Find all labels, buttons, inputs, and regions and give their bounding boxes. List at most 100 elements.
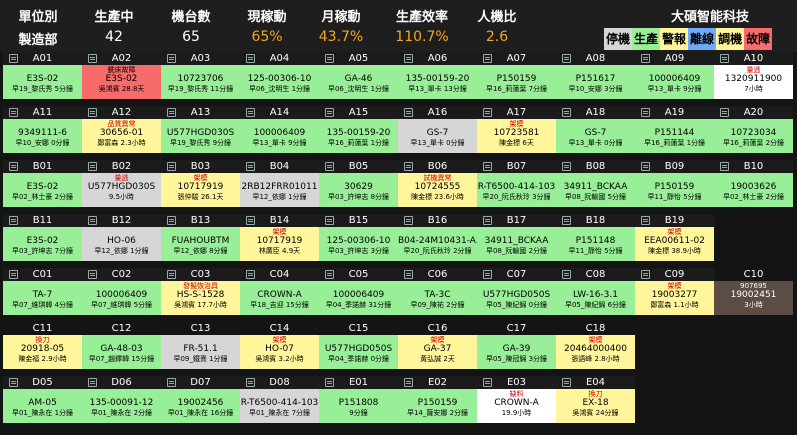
machine-card-d05[interactable]: D05 AM-05 早01_陳永在 1分鐘 (3, 376, 82, 423)
machine-card-b18[interactable]: B18 P151148 早11_靜怡 5分鐘 (556, 214, 635, 261)
machine-id: A17 (477, 106, 556, 119)
machine-card-a16[interactable]: A16 GS-7 早13_單卡 0分鐘 (398, 106, 477, 153)
machine-status-body: 品質異常 30656-01 鄭富森 2.3小時 (82, 119, 161, 153)
machine-card-a01[interactable]: A01 E3S-02 早19_黎氏秀 5分鐘 (3, 52, 82, 99)
machine-id: D06 (82, 376, 161, 389)
value-man-machine-ratio: 2.6 (485, 29, 509, 45)
status-text (635, 174, 714, 182)
machine-id-label: E01 (348, 377, 369, 388)
machine-card-d08[interactable]: D08 R-T6500-414-103 早01_陳永在 7分鐘 (240, 376, 319, 423)
operator-duration: 吳鴻賓 17.7小時 (174, 301, 227, 309)
machine-card-b11[interactable]: B11 E3S-02 早03_許坤志 7分鐘 (3, 214, 82, 261)
machine-card-a14[interactable]: A14 100006409 早13_單卡 9分鐘 (240, 106, 319, 153)
machine-card-b13[interactable]: B13 FUAHOUBTM 早12_依娜 8分鐘 (161, 214, 240, 261)
machine-id: A20 (714, 106, 793, 119)
machine-card-a03[interactable]: A03 10723706 早19_黎氏秀 11分鐘 (161, 52, 240, 99)
operator-duration: 早02_林士豪 2分鐘 (11, 193, 74, 201)
machine-card-c03[interactable]: C03 發擬恢治具 HS-S-1528 吳鴻賓 17.7小時 (161, 268, 240, 315)
machine-card-b16[interactable]: B16B04-24M10431-A304早20_阮氏秋玲 2分鐘 (398, 214, 477, 261)
machine-card-b01[interactable]: B01 E3S-02 早02_林士豪 2分鐘 (3, 160, 82, 207)
machine-card-a05[interactable]: A05 GA-46 早06_沈明生 1分鐘 (319, 52, 398, 99)
machine-card-a20[interactable]: A20 10723034 早16_莉蓮葉 2分鐘 (714, 106, 793, 153)
machine-id-label: C11 (32, 323, 53, 334)
machine-card-b14[interactable]: B14 架模 10717919 林廣臣 4.9天 (240, 214, 319, 261)
machine-card-c01[interactable]: C01 TA-7 早07_維琪韓 4分鐘 (3, 268, 82, 315)
machine-card-a17[interactable]: A17 架模 10723581 陳金標 6天 (477, 106, 556, 153)
machine-card-a11[interactable]: A11 9349111-6 早10_安娜 0分鐘 (3, 106, 82, 153)
machine-card-a10[interactable]: A10 量逃 1320911900 7小時 (714, 52, 793, 99)
machine-card-b12[interactable]: B12 HO-06 早12_依娜 1分鐘 (82, 214, 161, 261)
machine-card-b17[interactable]: B17 34911_BCKAA 早08_阮輸國 2分鐘 (477, 214, 556, 261)
machine-id-label: B19 (664, 215, 685, 226)
machine-card-c14[interactable]: C14 架模 HO-07 吳鴻賓 3.2小時 (240, 322, 319, 369)
machine-card-a12[interactable]: A12 品質異常 30656-01 鄭富森 2.3小時 (82, 106, 161, 153)
machine-id-label: A07 (506, 53, 527, 64)
machine-card-e01[interactable]: E01 P151808 9分鐘 (319, 376, 398, 423)
machine-card-b06[interactable]: B06 試機異常 10724555 陳金標 23.6小時 (398, 160, 477, 207)
machine-card-a04[interactable]: A04 125-00306-10 早06_沈明生 1分鐘 (240, 52, 319, 99)
machine-card-c12[interactable]: C12 GA-48-03 早07_趙鐸韓 15分鐘 (82, 322, 161, 369)
machine-card-b09[interactable]: B09 P150159 早11_靜怡 5分鐘 (635, 160, 714, 207)
part-number: 34911_BCKAA (563, 182, 628, 192)
operator-duration: 黃弘誠 2天 (420, 355, 455, 363)
operator-duration: 早13_單卡 0分鐘 (568, 139, 623, 147)
machine-card-d06[interactable]: D06 135-00091-12 早01_陳永在 2分鐘 (82, 376, 161, 423)
machine-card-c15[interactable]: C15 U577HGD050S 早04_季諾赫 0分鐘 (319, 322, 398, 369)
machine-card-a18[interactable]: A18 GS-7 早13_單卡 0分鐘 (556, 106, 635, 153)
label-unit: 單位別 (18, 10, 58, 25)
machine-id: A03 (161, 52, 240, 65)
machine-card-b07[interactable]: B07 R-T6500-414-103 早20_阮氏秋玲 3分鐘 (477, 160, 556, 207)
machine-row: C01 TA-7 早07_維琪韓 4分鐘 C02 100006409 早07_維琪韓 5分… (0, 268, 797, 315)
machine-card-a02[interactable]: A02 銑床故障 E3S-02 吳鴻賓 28.8天 (82, 52, 161, 99)
machine-card-b08[interactable]: B08 34911_BCKAA 早08_阮輸國 5分鐘 (556, 160, 635, 207)
machine-icon (88, 54, 97, 63)
machine-card-c06[interactable]: C06 TA-3C 早09_陳祐 2分鐘 (398, 268, 477, 315)
machine-card-c10[interactable]: C10 907695 19002451 3小時 (714, 268, 793, 315)
machine-card-c17[interactable]: C17 GA-39 早05_陳冠錦 3分鐘 (477, 322, 556, 369)
machine-card-b15[interactable]: B15 125-00306-10 早03_許坤志 3分鐘 (319, 214, 398, 261)
machine-card-b04[interactable]: B04 2RB12FRR01011 早12_依娜 1分鐘 (240, 160, 319, 207)
machine-card-c13[interactable]: C13 FR-51.1 早09_鐵熹 1分鐘 (161, 322, 240, 369)
machine-card-d07[interactable]: D07 19002456 早01_陳永在 16分鐘 (161, 376, 240, 423)
machine-icon (246, 54, 255, 63)
machine-card-b02[interactable]: B02 量逃 U577HGD030S 9.5小時 (82, 160, 161, 207)
machine-card-c18[interactable]: C18 架模 20464000400 張語峰 2.8小時 (556, 322, 635, 369)
machine-status-body: B04-24M10431-A304早20_阮氏秋玲 2分鐘 (398, 227, 477, 261)
machine-card-a08[interactable]: A08 P151617 早10_安娜 3分鐘 (556, 52, 635, 99)
machine-card-b10[interactable]: B10 19003626 早02_林士豪 2分鐘 (714, 160, 793, 207)
operator-duration: 早06_沈明生 1分鐘 (327, 85, 390, 93)
machine-card-c05[interactable]: C05 100006409 早04_季諾赫 31分鐘 (319, 268, 398, 315)
machine-card-e03[interactable]: E03 缺料 CROWN-A 19.9小時 (477, 376, 556, 423)
machine-status-body: 10723034 早16_莉蓮葉 2分鐘 (714, 119, 793, 153)
machine-card-c16[interactable]: C16 架模 GA-37 黃弘誠 2天 (398, 322, 477, 369)
machine-id-label: D05 (32, 377, 53, 388)
machine-card-c04[interactable]: C04 CROWN-A 早18_吉迎 15分鐘 (240, 268, 319, 315)
machine-status-body: P150159 早16_莉蓮葉 7分鐘 (477, 65, 556, 99)
status-text: 架模 (272, 228, 287, 236)
machine-card-a13[interactable]: A13 U577HGD030S 早19_黎氏秀 9分鐘 (161, 106, 240, 153)
machine-icon (483, 270, 492, 279)
machine-id: A06 (398, 52, 477, 65)
machine-icon (246, 378, 255, 387)
machine-card-b05[interactable]: B05 30629 早03_許坤志 8分鐘 (319, 160, 398, 207)
part-number: 100006409 (648, 74, 701, 84)
machine-card-a06[interactable]: A06 135-00159-20 早13_單卡 13分鐘 (398, 52, 477, 99)
part-number: 125-00306-10 (247, 74, 312, 84)
machine-card-e02[interactable]: E02 P150159 早14_薩安娜 2分鐘 (398, 376, 477, 423)
machine-card-e04[interactable]: E04 換刀 EX-18 吳鴻賓 24分鐘 (556, 376, 635, 423)
machine-card-a19[interactable]: A19 P151144 早16_莉蓮葉 1分鐘 (635, 106, 714, 153)
machine-card-b19[interactable]: B19 架模 EEA00611-02 陳金標 38.9小時 (635, 214, 714, 261)
machine-card-a09[interactable]: A09 100006409 早13_單卡 9分鐘 (635, 52, 714, 99)
machine-icon (483, 162, 492, 171)
machine-card-c09[interactable]: C09 架模 19003277 鄭富森 1.1小時 (635, 268, 714, 315)
machine-card-a07[interactable]: A07 P150159 早16_莉蓮葉 7分鐘 (477, 52, 556, 99)
machine-card-c07[interactable]: C07 U577HGD050S 早05_陳紀錦 0分鐘 (477, 268, 556, 315)
status-text (635, 66, 714, 74)
machine-card-c11[interactable]: C11 換刀 20918-05 陳金福 2.9小時 (3, 322, 82, 369)
machine-card-c02[interactable]: C02 100006409 早07_維琪韓 5分鐘 (82, 268, 161, 315)
status-text (556, 174, 635, 182)
machine-card-b03[interactable]: B03 架模 10717919 張仲駿 26.1天 (161, 160, 240, 207)
machine-card-a15[interactable]: A15 135-00159-20 早16_莉蓮葉 1分鐘 (319, 106, 398, 153)
machine-card-c08[interactable]: C08 LW-16-3.1 早05_陳紀錦 6分鐘 (556, 268, 635, 315)
machine-id-label: C09 (664, 269, 685, 280)
